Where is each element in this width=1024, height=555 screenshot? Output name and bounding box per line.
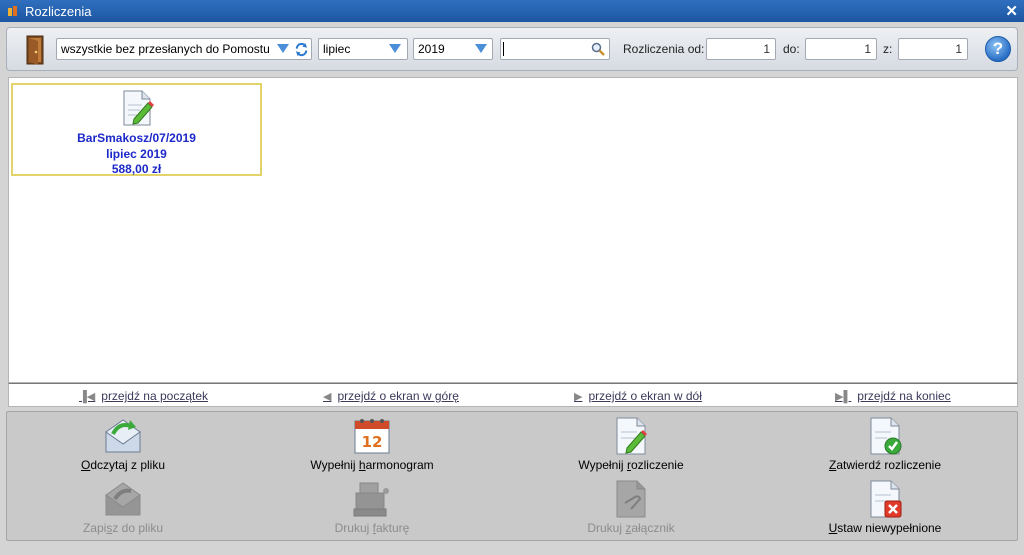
fill-schedule-button[interactable]: 12 Wypełnij harmonogram	[282, 416, 462, 472]
document-attachment-icon	[616, 480, 646, 518]
settlements-list: BarSmakosz/07/2019 lipiec 2019 588,00 zł	[8, 77, 1018, 383]
cash-register-icon	[353, 482, 389, 517]
print-invoice-label: Drukuj fakturę	[334, 521, 410, 535]
nav-last-label: przejdź na koniec	[857, 389, 951, 403]
nav-page-down-link[interactable]: ▶ przejdź o ekran w dół	[574, 389, 702, 403]
month-value: lipiec	[323, 42, 351, 56]
tile-number: BarSmakosz/07/2019	[77, 131, 196, 145]
nav-down-label: przejdź o ekran w dół	[588, 389, 702, 403]
nav-page-up-link[interactable]: ◀ przejdź o ekran w górę	[323, 389, 459, 403]
dropdown-arrow-icon[interactable]	[389, 44, 401, 53]
print-attachment-label: Drukuj załącznik	[587, 521, 675, 535]
range-to-field[interactable]: 1	[805, 38, 877, 60]
print-attachment-button[interactable]: Drukuj załącznik	[541, 479, 721, 535]
document-edit-icon	[616, 417, 647, 455]
save-to-file-label: Zapisz do pliku	[82, 521, 164, 535]
document-delete-icon	[870, 480, 902, 518]
range-to-label: do:	[783, 42, 800, 56]
nav-last-link[interactable]: ▶▌ przejdź na koniec	[835, 389, 951, 403]
range-from-field[interactable]: 1	[706, 38, 776, 60]
navigation-bar: ▐◀ przejdź na początek ◀ przejdź o ekran…	[8, 383, 1018, 407]
toolbar: wszystkie bez przesłanych do Pomostu lip…	[6, 27, 1018, 71]
range-total-label: z:	[883, 42, 893, 56]
prev-page-icon: ◀	[323, 390, 332, 403]
window-title: Rozliczenia	[25, 3, 92, 19]
exit-door-icon[interactable]	[21, 34, 49, 66]
document-check-icon	[870, 417, 902, 455]
set-unfilled-label: Ustaw niewypełnione	[828, 521, 942, 535]
year-combo[interactable]: 2019	[413, 38, 493, 60]
nav-first-label: przejdź na początek	[101, 389, 208, 403]
skip-first-icon: ▐◀	[79, 390, 96, 403]
nav-up-label: przejdź o ekran w górę	[337, 389, 459, 403]
dropdown-arrow-icon[interactable]	[277, 44, 289, 53]
app-icon	[8, 6, 17, 16]
month-combo[interactable]: lipiec	[318, 38, 408, 60]
tile-amount: 588,00 zł	[111, 162, 162, 176]
next-page-icon: ▶	[574, 390, 583, 403]
svg-text:12: 12	[362, 433, 383, 451]
close-icon[interactable]: ✕	[1005, 2, 1018, 20]
filter-value: wszystkie bez przesłanych do Pomostu	[61, 42, 270, 56]
calendar-icon: 12	[354, 419, 390, 454]
skip-last-icon: ▶▌	[835, 390, 852, 403]
print-invoice-button[interactable]: Drukuj fakturę	[282, 479, 462, 535]
document-edit-icon	[123, 90, 154, 126]
dropdown-arrow-icon[interactable]	[475, 44, 487, 53]
save-to-file-button[interactable]: Zapisz do pliku	[33, 479, 213, 535]
filter-combo[interactable]: wszystkie bez przesłanych do Pomostu	[56, 38, 312, 60]
refresh-icon[interactable]	[294, 42, 309, 57]
range-label: Rozliczenia od:	[623, 42, 705, 56]
approve-settlement-label: Zatwierdź rozliczenie	[828, 458, 942, 472]
fill-schedule-label: Wypełnij harmonogram	[310, 458, 434, 472]
fill-settlement-button[interactable]: Wypełnij rozliczenie	[541, 416, 721, 472]
range-total-field[interactable]: 1	[898, 38, 968, 60]
tile-period: lipiec 2019	[106, 147, 167, 161]
search-input[interactable]	[500, 38, 610, 60]
title-bar: Rozliczenia ✕	[0, 0, 1024, 22]
year-value: 2019	[418, 42, 445, 56]
nav-first-link[interactable]: ▐◀ przejdź na początek	[79, 389, 208, 403]
search-icon[interactable]	[591, 42, 605, 56]
text-cursor	[503, 42, 504, 56]
envelope-send-icon	[105, 482, 141, 516]
help-icon[interactable]: ?	[985, 36, 1011, 62]
fill-settlement-label: Wypełnij rozliczenie	[578, 458, 684, 472]
set-unfilled-button[interactable]: Ustaw niewypełnione	[795, 479, 975, 535]
approve-settlement-button[interactable]: Zatwierdź rozliczenie	[795, 416, 975, 472]
read-from-file-button[interactable]: Odczytaj z pliku	[33, 416, 213, 472]
actions-panel: Odczytaj z pliku 12 Wypełnij harmonogram…	[6, 411, 1018, 541]
read-from-file-label: Odczytaj z pliku	[80, 458, 166, 472]
settlement-tile[interactable]: BarSmakosz/07/2019 lipiec 2019 588,00 zł	[11, 83, 262, 176]
envelope-open-icon	[105, 419, 141, 453]
